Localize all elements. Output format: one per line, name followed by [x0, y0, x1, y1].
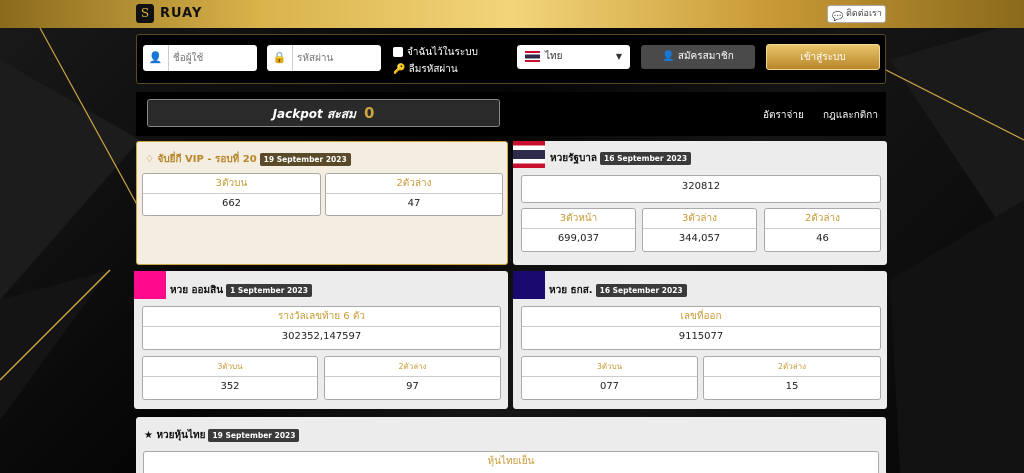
contact-label: ติดต่อเรา [846, 9, 882, 19]
card-header: หวย ออมสิน 1 September 2023 [170, 283, 312, 298]
result-label: 2ตัวล่าง [325, 357, 500, 377]
remember-checkbox[interactable] [393, 47, 403, 57]
card-title: หวยรัฐบาล [550, 153, 598, 164]
username-field[interactable]: 👤 [143, 45, 257, 71]
result-box: 2ตัวล่าง 15 [703, 356, 881, 400]
result-box: 3ตัวหน้า 699,037 [521, 208, 636, 252]
result-box: 3ตัวล่าง 344,057 [642, 208, 757, 252]
language-select[interactable]: ไทย ▼ [517, 45, 630, 69]
top-bar: S RUAY 💬 ติดต่อเรา [0, 0, 1024, 28]
username-input[interactable] [173, 49, 253, 67]
result-value: 352 [220, 381, 240, 392]
card-title: หวย ออมสิน [170, 285, 224, 296]
password-input[interactable] [297, 49, 377, 67]
contact-button[interactable]: 💬 ติดต่อเรา [827, 5, 886, 23]
vip-lottery-card: ♢ จับยี่กี VIP - รอบที่ 20 19 September 2… [136, 141, 508, 265]
result-value: 344,057 [678, 233, 721, 244]
user-icon: 👤 [143, 45, 169, 71]
forgot-password-link[interactable]: 🔑 ลืมรหัสผ่าน [393, 62, 458, 77]
result-label: 2ตัวล่าง [765, 209, 880, 229]
result-label: 3ตัวล่าง [643, 209, 756, 229]
jackpot-bar: Jackpot สะสม 0 อัตราจ่าย กฎและกติกา [136, 92, 886, 136]
card-title: หวย ธกส. [549, 285, 593, 296]
remember-label: จำฉันไว้ในระบบ [407, 47, 478, 58]
thai-stock-lottery-card: ★ หวยหุ้นไทย 19 September 2023 หุ้นไทยเย็… [136, 417, 886, 473]
add-user-icon: 👤 [662, 51, 675, 62]
result-box: 320812 [521, 175, 881, 203]
diamond-icon: ♢ [145, 154, 154, 165]
rules-link[interactable]: กฎและกติกา [823, 108, 878, 123]
card-header: ♢ จับยี่กี VIP - รอบที่ 20 19 September 2… [145, 152, 351, 167]
jackpot-label: Jackpot สะสม [272, 107, 356, 121]
card-date: 19 September 2023 [208, 428, 300, 442]
remember-me[interactable]: จำฉันไว้ในระบบ [393, 45, 478, 60]
result-label: 3ตัวบน [143, 357, 317, 377]
rates-link[interactable]: อัตราจ่าย [763, 108, 804, 123]
card-title: จับยี่กี VIP - รอบที่ 20 [157, 154, 257, 165]
result-box: 2ตัวล่าง 97 [324, 356, 501, 400]
result-box: 2ตัวล่าง 46 [764, 208, 881, 252]
star-icon: ★ [144, 430, 153, 441]
thai-flag-icon [525, 51, 540, 62]
result-box: เลขที่ออก 9115077 [521, 306, 881, 350]
result-value: 662 [221, 198, 242, 209]
result-value: 302352,147597 [281, 331, 362, 342]
result-value: 46 [816, 233, 829, 244]
result-value: 077 [599, 381, 620, 392]
result-box: 3ตัวบน 662 [142, 173, 321, 216]
first-prize-value: 320812 [681, 181, 721, 192]
result-label: 2ตัวล่าง [704, 357, 880, 377]
jackpot-value: 0 [363, 104, 375, 122]
brand-name[interactable]: RUAY [160, 6, 202, 21]
language-value: ไทย [545, 51, 563, 62]
gsb-lottery-card: หวย ออมสิน 1 September 2023 รางวัลเลขท้าย… [134, 271, 508, 409]
forgot-label: ลืมรหัสผ่าน [408, 64, 458, 75]
caret-down-icon: ▼ [615, 52, 622, 61]
card-header: ★ หวยหุ้นไทย 19 September 2023 [144, 428, 300, 443]
baac-lottery-card: หวย ธกส. 16 September 2023 เลขที่ออก 9115… [513, 271, 887, 409]
key-icon: 🔑 [393, 64, 406, 75]
result-box: รางวัลเลขท้าย 6 ตัว 302352,147597 [142, 306, 501, 350]
result-value: 47 [407, 198, 421, 209]
card-date: 1 September 2023 [226, 283, 312, 297]
result-label: 3ตัวบน [522, 357, 697, 377]
card-title: หวยหุ้นไทย [156, 430, 206, 441]
result-value: 97 [406, 381, 419, 392]
result-label: 3ตัวหน้า [522, 209, 635, 229]
gsb-logo [134, 271, 166, 299]
result-label: เลขที่ออก [522, 307, 880, 327]
result-label: 3ตัวบน [143, 174, 320, 194]
lock-icon: 🔒 [267, 45, 293, 71]
result-value: 9115077 [678, 331, 724, 342]
card-date: 19 September 2023 [259, 152, 351, 166]
register-label: สมัครสมาชิก [677, 51, 734, 62]
result-label: 2ตัวล่าง [326, 174, 502, 194]
result-box: หุ้นไทยเย็น [143, 451, 879, 473]
login-button[interactable]: เข้าสู่ระบบ [766, 44, 880, 70]
jackpot-display: Jackpot สะสม 0 [147, 99, 500, 127]
password-field[interactable]: 🔒 [267, 45, 381, 71]
baac-logo [513, 271, 545, 299]
result-box: 3ตัวบน 352 [142, 356, 318, 400]
result-box: 2ตัวล่าง 47 [325, 173, 503, 216]
card-date: 16 September 2023 [600, 151, 692, 165]
login-bar: 👤 🔒 จำฉันไว้ในระบบ 🔑 ลืมรหัสผ่าน ไทย ▼ 👤… [136, 34, 886, 84]
result-value: 699,037 [557, 233, 600, 244]
result-label: รางวัลเลขท้าย 6 ตัว [143, 307, 500, 327]
thai-flag-icon [513, 141, 545, 168]
result-box: 3ตัวบน 077 [521, 356, 698, 400]
result-label: หุ้นไทยเย็น [487, 456, 535, 467]
government-lottery-card: หวยรัฐบาล 16 September 2023 320812 3ตัวหน… [513, 141, 887, 265]
card-header: หวย ธกส. 16 September 2023 [549, 283, 687, 298]
logo[interactable]: S [136, 4, 154, 23]
chat-icon: 💬 [832, 12, 844, 22]
register-button[interactable]: 👤 สมัครสมาชิก [641, 45, 755, 69]
card-date: 16 September 2023 [595, 283, 687, 297]
result-value: 15 [785, 381, 799, 392]
card-header: หวยรัฐบาล 16 September 2023 [550, 151, 692, 166]
